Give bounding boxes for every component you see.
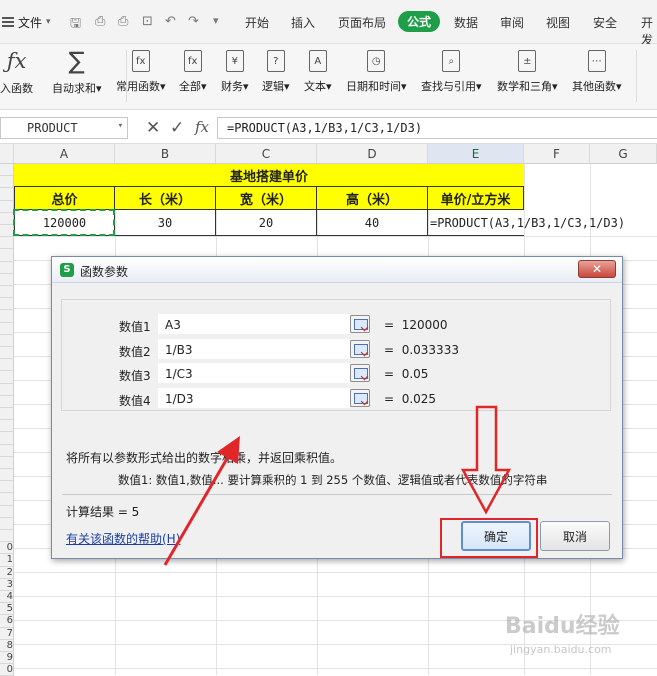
annotation-arrows: [163, 405, 512, 566]
baidu-watermark: Baidu经验: [505, 614, 620, 639]
diagonal-arrow-shaft: [163, 449, 234, 566]
baidu-watermark-url: jingyan.baidu.com: [510, 643, 612, 656]
down-arrow-annotation: [460, 405, 512, 515]
diagonal-arrow-head: [217, 436, 240, 464]
